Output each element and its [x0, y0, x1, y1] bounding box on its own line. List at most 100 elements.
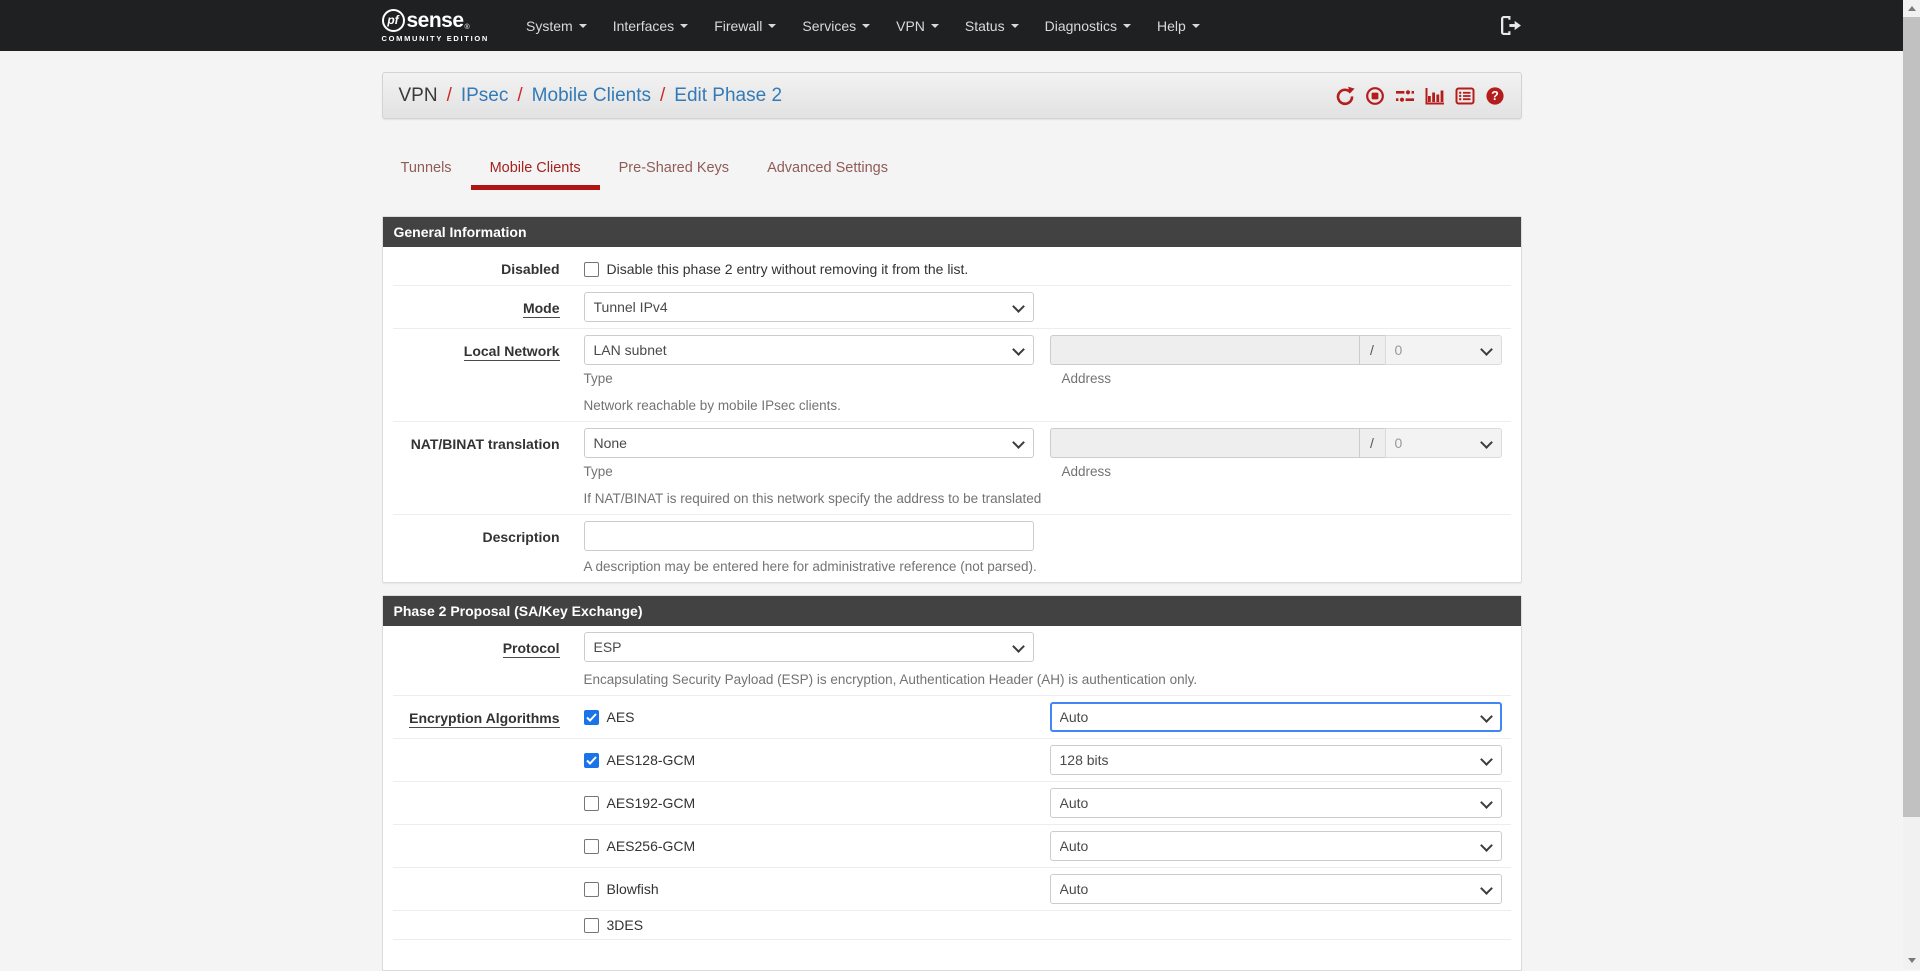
aes256gcm-keylen-select[interactable]: Auto: [1050, 831, 1502, 861]
row-encryption-3des: 3DES: [393, 911, 1511, 940]
caret-down-icon: [680, 24, 688, 28]
local-network-help: Network reachable by mobile IPsec client…: [584, 397, 1502, 415]
caret-down-icon: [768, 24, 776, 28]
row-encryption-aes: Encryption Algorithms AES Auto: [393, 696, 1511, 739]
row-encryption-aes192gcm: AES192-GCM Auto: [393, 782, 1511, 825]
blowfish-label: Blowfish: [607, 881, 659, 897]
list-icon[interactable]: [1455, 86, 1475, 106]
scrollbar-thumb[interactable]: [1903, 17, 1920, 817]
row-cut-off: [393, 940, 1511, 970]
aes256gcm-checkbox[interactable]: [584, 839, 599, 854]
aes256gcm-label: AES256-GCM: [607, 838, 696, 854]
aes256gcm-checkbox-row[interactable]: AES256-GCM: [584, 838, 696, 854]
aes128gcm-label: AES128-GCM: [607, 752, 696, 768]
local-network-type-select[interactable]: LAN subnet: [584, 335, 1034, 365]
row-mode: Mode Tunnel IPv4: [393, 286, 1511, 329]
blowfish-keylen-select[interactable]: Auto: [1050, 874, 1502, 904]
record-icon[interactable]: [1365, 86, 1385, 106]
local-network-type-caption: Type: [584, 370, 1062, 388]
tab-tunnels[interactable]: Tunnels: [382, 148, 471, 190]
nav-item-interfaces[interactable]: Interfaces: [600, 0, 701, 51]
tab-pre-shared-keys[interactable]: Pre-Shared Keys: [600, 148, 748, 190]
sliders-icon[interactable]: [1395, 86, 1415, 106]
help-icon[interactable]: ?: [1485, 86, 1505, 106]
address-mask-separator: /: [1359, 428, 1385, 458]
protocol-label: Protocol: [503, 640, 560, 658]
pfsense-logo[interactable]: pf sense ® COMMUNITY EDITION: [382, 9, 490, 43]
local-network-address-input[interactable]: [1050, 335, 1359, 365]
aes128gcm-checkbox[interactable]: [584, 753, 599, 768]
aes-checkbox[interactable]: [584, 710, 599, 725]
nat-mask-select[interactable]: 0: [1385, 428, 1502, 458]
tab-advanced-settings[interactable]: Advanced Settings: [748, 148, 907, 190]
description-help: A description may be entered here for ad…: [584, 558, 1502, 576]
panel-general-information: General Information Disabled Disable thi…: [382, 216, 1522, 583]
row-protocol: Protocol ESP Encapsulating Security Payl…: [393, 626, 1511, 696]
tab-bar: Tunnels Mobile Clients Pre-Shared Keys A…: [382, 148, 1522, 190]
refresh-icon[interactable]: [1335, 86, 1355, 106]
disabled-checkbox[interactable]: [584, 262, 599, 277]
address-mask-separator: /: [1359, 335, 1385, 365]
nav-item-diagnostics[interactable]: Diagnostics: [1032, 0, 1144, 51]
local-network-mask-select[interactable]: 0: [1385, 335, 1502, 365]
panel-title-phase2: Phase 2 Proposal (SA/Key Exchange): [383, 596, 1521, 626]
main-menu: System Interfaces Firewall Services VPN …: [513, 0, 1213, 51]
nav-item-help[interactable]: Help: [1144, 0, 1213, 51]
aes128gcm-checkbox-row[interactable]: AES128-GCM: [584, 752, 696, 768]
panel-phase2-proposal: Phase 2 Proposal (SA/Key Exchange) Proto…: [382, 595, 1522, 971]
aes192gcm-keylen-select[interactable]: Auto: [1050, 788, 1502, 818]
caret-down-icon: [1192, 24, 1200, 28]
nav-item-firewall[interactable]: Firewall: [701, 0, 789, 51]
3des-label: 3DES: [607, 917, 644, 933]
brand-edition: COMMUNITY EDITION: [382, 34, 490, 43]
breadcrumb-item-edit-phase-2[interactable]: Edit Phase 2: [674, 85, 782, 107]
row-nat-binat: NAT/BINAT translation None / 0: [393, 422, 1511, 515]
scroll-down-arrow-icon[interactable]: [1903, 952, 1920, 969]
vertical-scrollbar[interactable]: [1903, 0, 1920, 969]
aes192gcm-checkbox-row[interactable]: AES192-GCM: [584, 795, 696, 811]
bar-chart-icon[interactable]: [1425, 86, 1445, 106]
blowfish-checkbox[interactable]: [584, 882, 599, 897]
breadcrumb-item-mobile-clients[interactable]: Mobile Clients: [532, 85, 651, 107]
nat-address-input[interactable]: [1050, 428, 1359, 458]
scroll-up-arrow-icon[interactable]: [1903, 0, 1920, 17]
protocol-select[interactable]: ESP: [584, 632, 1034, 662]
encryption-algorithms-label: Encryption Algorithms: [409, 710, 559, 728]
caret-down-icon: [1123, 24, 1131, 28]
aes192gcm-label: AES192-GCM: [607, 795, 696, 811]
3des-checkbox-row[interactable]: 3DES: [584, 917, 644, 933]
disabled-checkbox-row[interactable]: Disable this phase 2 entry without remov…: [584, 253, 1502, 277]
protocol-help: Encapsulating Security Payload (ESP) is …: [584, 671, 1502, 689]
caret-down-icon: [1011, 24, 1019, 28]
nat-address-caption: Address: [1062, 463, 1112, 481]
registered-mark: ®: [465, 24, 470, 31]
nat-type-caption: Type: [584, 463, 1062, 481]
mode-select[interactable]: Tunnel IPv4: [584, 292, 1034, 322]
aes-keylen-select[interactable]: Auto: [1050, 702, 1502, 732]
breadcrumb-item-ipsec[interactable]: IPsec: [461, 85, 509, 107]
tab-mobile-clients[interactable]: Mobile Clients: [471, 148, 600, 190]
3des-checkbox[interactable]: [584, 918, 599, 933]
sign-out-icon[interactable]: [1501, 16, 1522, 35]
nav-item-services[interactable]: Services: [789, 0, 883, 51]
breadcrumb-separator: /: [517, 85, 522, 107]
aes192gcm-checkbox[interactable]: [584, 796, 599, 811]
svg-text:?: ?: [1491, 89, 1499, 103]
nav-item-status[interactable]: Status: [952, 0, 1032, 51]
disabled-checkbox-text: Disable this phase 2 entry without remov…: [607, 261, 969, 277]
description-input[interactable]: [584, 521, 1034, 551]
nav-item-system[interactable]: System: [513, 0, 600, 51]
breadcrumb: VPN / IPsec / Mobile Clients / Edit Phas…: [399, 85, 783, 107]
row-description: Description A description may be entered…: [393, 515, 1511, 582]
caret-down-icon: [862, 24, 870, 28]
aes128gcm-keylen-select[interactable]: 128 bits: [1050, 745, 1502, 775]
aes-checkbox-row[interactable]: AES: [584, 709, 635, 725]
row-encryption-aes128gcm: AES128-GCM 128 bits: [393, 739, 1511, 782]
caret-down-icon: [579, 24, 587, 28]
nat-type-select[interactable]: None: [584, 428, 1034, 458]
breadcrumb-separator: /: [447, 85, 452, 107]
blowfish-checkbox-row[interactable]: Blowfish: [584, 881, 659, 897]
nav-item-vpn[interactable]: VPN: [883, 0, 952, 51]
local-network-address-caption: Address: [1062, 370, 1112, 388]
nat-label: NAT/BINAT translation: [411, 436, 560, 452]
